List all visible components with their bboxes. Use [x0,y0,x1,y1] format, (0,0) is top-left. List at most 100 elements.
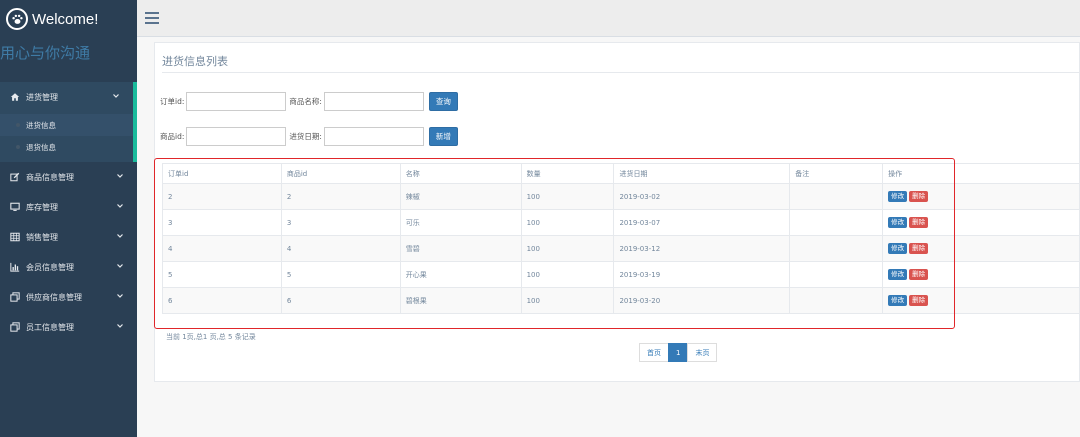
sidebar-item-inventory[interactable]: 库存管理 [0,192,137,222]
cell-name: 可乐 [399,209,522,236]
cell-name: 雪碧 [399,235,522,262]
brand-title: Welcome! [32,10,99,28]
product-name-label: 商品名称: [289,97,322,106]
sidebar-subitem-label: 进货信息 [26,120,56,130]
column-header: 数量 [520,163,615,184]
sidebar-item-product[interactable]: 商品信息管理 [0,162,137,192]
sidebar-item-label: 销售管理 [26,232,58,242]
cell-quantity: 100 [520,287,615,314]
cell-order-id: 4 [162,235,282,262]
column-header: 订单id [162,163,282,184]
add-button[interactable]: 新增 [428,127,458,146]
sidebar-menu: 进货管理 进货信息 退货信息 商品信息管理 库存管理 销售管理 会员信息管理 供… [0,82,137,342]
cell-product-id: 4 [280,235,401,262]
purchase-date-label: 进货日期: [289,132,322,141]
chevron-down-icon [117,204,123,208]
cell-actions: 修改 删除 [882,235,1080,262]
clone-icon [9,322,20,333]
clone-icon [9,292,20,303]
cell-product-id: 2 [280,183,401,210]
product-id-label: 商品id: [160,132,185,141]
pagination-info: 当前 1页,总1 页,总 5 条记录 [166,333,256,341]
cell-name: 开心果 [399,261,522,288]
page-title: 进货信息列表 [162,55,228,68]
query-button[interactable]: 查询 [428,92,458,111]
bar-chart-icon [9,262,20,273]
delete-button[interactable]: 删除 [909,191,929,202]
chevron-down-icon [113,94,119,98]
sidebar-item-label: 库存管理 [26,202,58,212]
order-id-label: 订单id: [160,97,185,106]
delete-button[interactable]: 删除 [909,295,929,306]
edit-button[interactable]: 修改 [888,269,908,280]
chevron-down-icon [117,174,123,178]
chevron-down-icon [117,294,123,298]
brand[interactable]: Welcome! [0,0,137,38]
cell-remark [789,287,884,314]
cell-actions: 修改 删除 [882,209,1080,236]
order-id-input[interactable] [186,92,287,111]
edit-button[interactable]: 修改 [888,295,908,306]
column-header: 备注 [789,163,884,184]
pager-last[interactable]: 末页 [687,343,718,362]
cell-date: 2019-03-02 [613,183,791,210]
sidebar-item-purchase[interactable]: 进货管理 [0,82,137,112]
edit-button[interactable]: 修改 [888,243,908,254]
purchase-date-input[interactable] [323,127,424,146]
sidebar-item-label: 会员信息管理 [26,262,74,272]
chevron-down-icon [117,324,123,328]
paw-icon [6,8,28,30]
product-name-input[interactable] [323,92,424,111]
cell-remark [789,183,884,210]
product-id-input[interactable] [186,127,287,146]
column-header: 名称 [399,163,522,184]
sidebar-subitem-return-info[interactable]: 退货信息 [0,136,133,158]
sidebar-item-members[interactable]: 会员信息管理 [0,252,137,282]
edit-button[interactable]: 修改 [888,191,908,202]
cell-remark [789,209,884,236]
sidebar-item-sales[interactable]: 销售管理 [0,222,137,252]
cell-actions: 修改 删除 [882,261,1080,288]
purchase-submenu: 进货信息 退货信息 [0,112,137,162]
cell-date: 2019-03-20 [613,287,791,314]
search-row-2: 商品id: 进货日期: 新增 [160,127,458,146]
sidebar-subitem-purchase-info[interactable]: 进货信息 [0,114,133,136]
table-icon [9,232,20,243]
cell-remark [789,261,884,288]
cell-product-id: 5 [280,261,401,288]
cell-product-id: 6 [280,287,401,314]
sidebar-item-label: 员工信息管理 [26,322,74,332]
cell-date: 2019-03-07 [613,209,791,236]
chevron-down-icon [117,234,123,238]
desktop-icon [9,202,20,213]
cell-quantity: 100 [520,209,615,236]
column-header: 商品id [280,163,401,184]
edit-icon [9,172,20,183]
table-header-row: 订单id 商品id 名称 数量 进货日期 备注 操作 [162,163,1080,184]
column-header: 进货日期 [613,163,791,184]
sidebar-item-employees[interactable]: 员工信息管理 [0,312,137,342]
delete-button[interactable]: 删除 [909,243,929,254]
sidebar-item-label: 进货管理 [26,92,58,102]
sidebar-item-label: 商品信息管理 [26,172,74,182]
table-row: 3 3 可乐 100 2019-03-07 修改 删除 [162,209,1080,236]
cell-quantity: 100 [520,183,615,210]
cell-date: 2019-03-19 [613,261,791,288]
hamburger-icon[interactable] [145,12,159,24]
cell-quantity: 100 [520,261,615,288]
sidebar-item-suppliers[interactable]: 供应商信息管理 [0,282,137,312]
edit-button[interactable]: 修改 [888,217,908,228]
cell-quantity: 100 [520,235,615,262]
top-nav [137,0,1080,37]
pager-first[interactable]: 首页 [639,343,669,362]
table-row: 2 2 辣椒 100 2019-03-02 修改 删除 [162,183,1080,210]
pager-current[interactable]: 1 [668,343,689,362]
delete-button[interactable]: 删除 [909,269,929,280]
table-row: 4 4 雪碧 100 2019-03-12 修改 删除 [162,235,1080,262]
table-row: 5 5 开心果 100 2019-03-19 修改 删除 [162,261,1080,288]
cell-actions: 修改 删除 [882,183,1080,210]
purchase-table: 订单id 商品id 名称 数量 进货日期 备注 操作 2 2 辣椒 100 20… [162,163,1080,314]
chevron-down-icon [117,264,123,268]
sidebar-subitem-label: 退货信息 [26,142,56,152]
delete-button[interactable]: 删除 [909,217,929,228]
